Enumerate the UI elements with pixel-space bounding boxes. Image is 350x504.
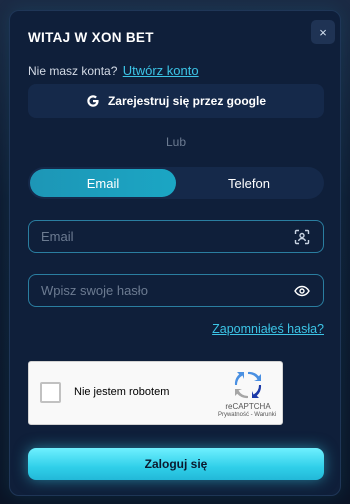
recaptcha-logo-icon xyxy=(234,371,262,399)
close-icon: × xyxy=(319,24,327,40)
close-button[interactable]: × xyxy=(311,20,335,44)
login-modal: WITAJ W XON BET × Nie masz konta? Utwórz… xyxy=(9,10,341,496)
password-input[interactable] xyxy=(41,283,293,298)
google-icon xyxy=(87,95,99,107)
create-account-link[interactable]: Utwórz konto xyxy=(123,63,199,78)
eye-icon[interactable] xyxy=(293,282,311,300)
tab-phone[interactable]: Telefon xyxy=(176,169,322,197)
or-divider: Lub xyxy=(165,135,187,149)
email-input[interactable] xyxy=(41,229,293,244)
no-account-row: Nie masz konta? Utwórz konto xyxy=(28,63,199,78)
google-button-label: Zarejestruj się przez google xyxy=(107,94,267,108)
login-method-tabs: Email Telefon xyxy=(28,167,324,199)
login-button[interactable]: Zaloguj się xyxy=(28,448,324,480)
recaptcha-brand: reCAPTCHA xyxy=(225,402,271,411)
forgot-password-link[interactable]: Zapomniałeś hasła? xyxy=(28,322,324,336)
recaptcha-label: Nie jestem robotem xyxy=(74,386,170,398)
google-signup-button[interactable]: Zarejestruj się przez google xyxy=(28,84,324,118)
recaptcha-checkbox[interactable] xyxy=(40,382,61,403)
scan-icon[interactable] xyxy=(293,228,311,246)
recaptcha-links[interactable]: Prywatność - Warunki xyxy=(207,412,287,418)
recaptcha-widget: Nie jestem robotem reCAPTCHA Prywatność … xyxy=(28,361,283,425)
password-field-wrapper xyxy=(28,274,324,307)
modal-title: WITAJ W XON BET xyxy=(28,30,154,45)
tab-email[interactable]: Email xyxy=(30,169,176,197)
email-field-wrapper xyxy=(28,220,324,253)
no-account-text: Nie masz konta? xyxy=(28,64,118,78)
